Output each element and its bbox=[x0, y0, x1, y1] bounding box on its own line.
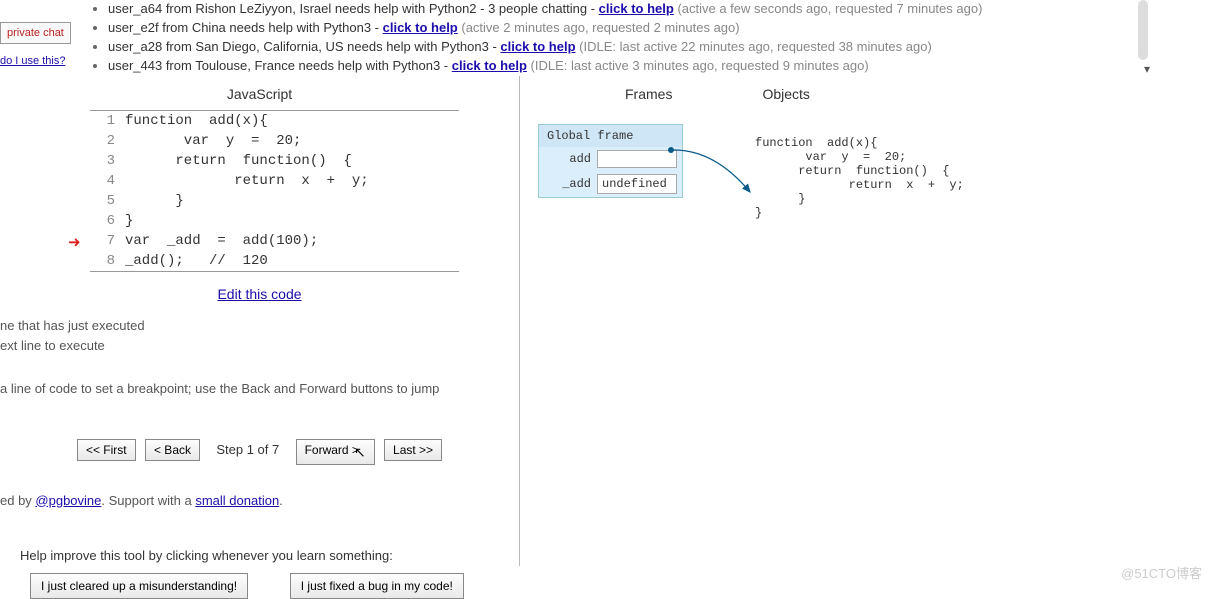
visualizer-pane: Frames Objects Global frame add _add und… bbox=[520, 76, 1210, 566]
frames-header: Frames bbox=[625, 86, 672, 102]
current-line-arrow-icon: ➜ bbox=[68, 233, 81, 252]
chevron-down-icon[interactable]: ▾ bbox=[1144, 62, 1150, 76]
code-line[interactable]: 7➜var _add = add(100); bbox=[90, 231, 459, 251]
nav-bar: << First < Back Step 1 of 7 Forward >↖ L… bbox=[0, 439, 519, 465]
edit-code-link[interactable]: Edit this code bbox=[0, 286, 519, 302]
pointer-arrow-icon bbox=[665, 144, 765, 199]
scrollbar[interactable] bbox=[1138, 0, 1148, 60]
code-line[interactable]: 6} bbox=[90, 211, 459, 231]
global-frame: Global frame add _add undefined bbox=[538, 124, 683, 198]
forward-button[interactable]: Forward >↖ bbox=[296, 439, 375, 465]
first-button[interactable]: << First bbox=[77, 439, 136, 461]
author-link[interactable]: @pgbovine bbox=[35, 493, 101, 508]
code-line[interactable]: 3 return function() { bbox=[90, 151, 459, 171]
frame-row-add: add bbox=[539, 147, 682, 171]
step-text: Step 1 of 7 bbox=[216, 442, 279, 457]
help-item: user_443 from Toulouse, France needs hel… bbox=[108, 57, 1150, 76]
code-title: JavaScript bbox=[0, 86, 519, 102]
code-line[interactable]: 5 } bbox=[90, 191, 459, 211]
code-line[interactable]: 4 return x + y; bbox=[90, 171, 459, 191]
how-to-use-link[interactable]: do I use this? bbox=[0, 55, 65, 67]
code-pane: JavaScript 1function add(x){2 var y = 20… bbox=[0, 76, 520, 566]
back-button[interactable]: < Back bbox=[145, 439, 200, 461]
viz-headers: Frames Objects bbox=[540, 86, 1190, 102]
object-function: function add(x){ var y = 20; return func… bbox=[755, 136, 964, 220]
code-line[interactable]: 1function add(x){ bbox=[90, 111, 459, 131]
credit-line: ed by @pgbovine. Support with a small do… bbox=[0, 493, 519, 508]
last-button[interactable]: Last >> bbox=[384, 439, 442, 461]
help-item: user_e2f from China needs help with Pyth… bbox=[108, 19, 1150, 38]
help-queue: private chat do I use this? user_a64 fro… bbox=[0, 0, 1210, 76]
private-chat-button[interactable]: private chat bbox=[0, 22, 71, 44]
cursor-icon: ↖ bbox=[354, 444, 366, 461]
watermark: @51CTO博客 bbox=[1121, 563, 1202, 582]
click-to-help-link[interactable]: click to help bbox=[500, 39, 575, 54]
help-item: user_a64 from Rishon LeZiyyon, Israel ne… bbox=[108, 0, 1150, 19]
help-item: user_a28 from San Diego, California, US … bbox=[108, 38, 1150, 57]
donation-link[interactable]: small donation bbox=[195, 493, 279, 508]
code-line[interactable]: 8_add(); // 120 bbox=[90, 251, 459, 271]
click-to-help-link[interactable]: click to help bbox=[452, 58, 527, 73]
just-executed-label: ne that has just executed bbox=[0, 316, 519, 336]
code-line[interactable]: 2 var y = 20; bbox=[90, 131, 459, 151]
improve-label: Help improve this tool by clicking whene… bbox=[20, 548, 519, 563]
global-frame-title: Global frame bbox=[539, 125, 682, 147]
frame-row-_add: _add undefined bbox=[539, 171, 682, 197]
fixed-bug-button[interactable]: I just fixed a bug in my code! bbox=[290, 573, 464, 599]
improve-section: Help improve this tool by clicking whene… bbox=[0, 548, 519, 599]
objects-header: Objects bbox=[762, 86, 809, 102]
help-list: user_a64 from Rishon LeZiyyon, Israel ne… bbox=[80, 0, 1150, 76]
misunderstanding-button[interactable]: I just cleared up a misunderstanding! bbox=[30, 573, 248, 599]
click-to-help-link[interactable]: click to help bbox=[599, 1, 674, 16]
exec-info: ne that has just executed ext line to ex… bbox=[0, 316, 519, 399]
click-to-help-link[interactable]: click to help bbox=[383, 20, 458, 35]
var-name: _add bbox=[539, 173, 597, 195]
next-line-label: ext line to execute bbox=[0, 336, 519, 356]
breakpoint-hint: a line of code to set a breakpoint; use … bbox=[0, 379, 519, 399]
code-block: 1function add(x){2 var y = 20;3 return f… bbox=[90, 110, 459, 272]
var-name: add bbox=[539, 148, 597, 170]
